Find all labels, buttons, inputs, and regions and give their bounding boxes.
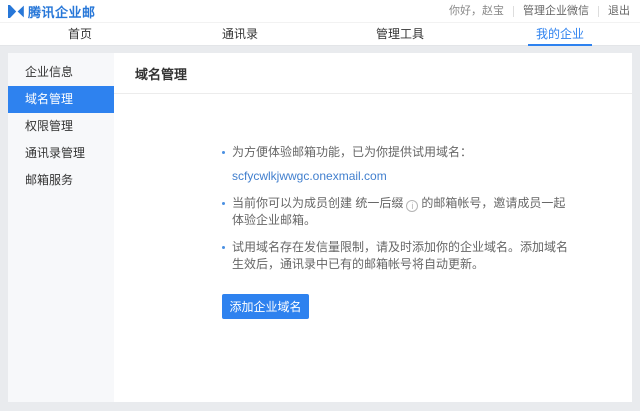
app-logo[interactable]: 腾讯企业邮 <box>8 2 96 21</box>
content-panel: 企业信息 域名管理 权限管理 通讯录管理 邮箱服务 域名管理 为方便体验邮箱功能… <box>8 53 632 402</box>
trial-domain-text: 为方便体验邮箱功能，已为你提供试用域名： <box>232 145 473 159</box>
suffix-text-pre: 当前你可以为成员创建 统一后缀 <box>232 196 404 210</box>
sidebar: 企业信息 域名管理 权限管理 通讯录管理 邮箱服务 <box>8 53 114 402</box>
logout-link[interactable]: 退出 <box>598 5 632 17</box>
sidebar-item-mailbox-service[interactable]: 邮箱服务 <box>8 167 114 194</box>
list-item: 当前你可以为成员创建 统一后缀 i 的邮箱帐号，邀请成员一起体验企业邮箱。 <box>222 195 632 229</box>
list-item: 为方便体验邮箱功能，已为你提供试用域名： scfycwlkjwwgc.onexm… <box>222 144 632 185</box>
trial-limit-text: 试用域名存在发信量限制，请及时添加你的企业域名。添加域名生效后，通讯录中已有的邮… <box>232 240 569 271</box>
sidebar-item-permission-management[interactable]: 权限管理 <box>8 113 114 140</box>
header-user-area: 你好，赵宝 管理企业微信 退出 <box>440 4 632 17</box>
top-header: 腾讯企业邮 你好，赵宝 管理企业微信 退出 <box>0 0 640 22</box>
trial-domain-link[interactable]: scfycwlkjwwgc.onexmail.com <box>232 168 387 185</box>
tab-my-company[interactable]: 我的企业 <box>480 23 640 46</box>
content-wrapper: 企业信息 域名管理 权限管理 通讯录管理 邮箱服务 域名管理 为方便体验邮箱功能… <box>0 46 640 410</box>
main-content: 域名管理 为方便体验邮箱功能，已为你提供试用域名： scfycwlkjwwgc.… <box>114 53 632 402</box>
sidebar-item-company-info[interactable]: 企业信息 <box>8 59 114 86</box>
info-icon[interactable]: i <box>406 200 419 212</box>
manage-wechat-link[interactable]: 管理企业微信 <box>513 5 598 17</box>
list-item: 试用域名存在发信量限制，请及时添加你的企业域名。添加域名生效后，通讯录中已有的邮… <box>222 239 632 273</box>
sidebar-item-domain-management[interactable]: 域名管理 <box>8 86 114 113</box>
app-title: 腾讯企业邮 <box>28 4 96 20</box>
exmail-logo-icon <box>8 4 24 18</box>
main-nav: 首页 通讯录 管理工具 我的企业 <box>0 22 640 46</box>
tab-home[interactable]: 首页 <box>0 23 160 45</box>
page-title: 域名管理 <box>114 53 632 94</box>
bullet-dot-icon <box>222 202 225 205</box>
tab-admin-tools[interactable]: 管理工具 <box>320 23 480 45</box>
add-domain-button[interactable]: 添加企业域名 <box>222 294 309 319</box>
tab-contacts[interactable]: 通讯录 <box>160 23 320 45</box>
bullet-dot-icon <box>222 246 225 249</box>
bullet-dot-icon <box>222 151 225 154</box>
greeting-text: 你好，赵宝 <box>449 4 504 17</box>
info-list: 为方便体验邮箱功能，已为你提供试用域名： scfycwlkjwwgc.onexm… <box>222 144 632 319</box>
sidebar-item-contacts-management[interactable]: 通讯录管理 <box>8 140 114 167</box>
